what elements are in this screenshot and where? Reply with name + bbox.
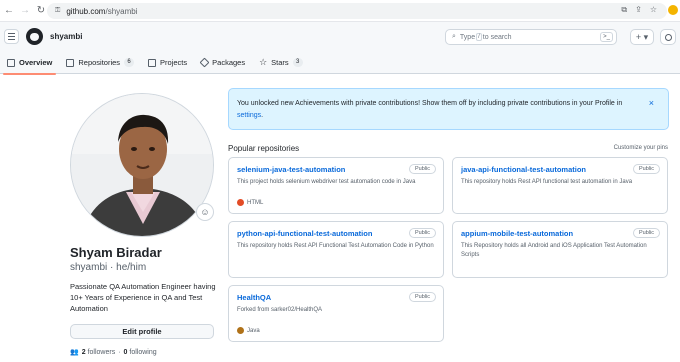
forward-icon[interactable]: → — [18, 4, 32, 18]
command-palette-icon[interactable]: >_ — [600, 32, 613, 42]
share-icon[interactable]: ⇪ — [635, 5, 642, 15]
github-header: shyambi ⌕ Type / to search >_ + ▾ — [0, 22, 680, 52]
visibility-badge: Public — [409, 164, 436, 174]
tab-overview[interactable]: Overview — [0, 52, 59, 75]
back-icon[interactable]: ← — [2, 4, 16, 18]
tab-projects[interactable]: Projects — [141, 52, 194, 74]
visibility-badge: Public — [633, 164, 660, 174]
close-icon[interactable]: × — [649, 97, 654, 109]
table-icon — [148, 58, 157, 67]
repo-card: java-api-functional-test-automation Publ… — [452, 157, 668, 214]
repo-description: This repository holds Rest API Functiona… — [237, 243, 434, 249]
github-logo-icon[interactable] — [26, 28, 43, 45]
repo-card: appium-mobile-test-automation Public Thi… — [452, 221, 668, 278]
achievements-flash: You unlocked new Achievements with priva… — [228, 88, 669, 130]
package-icon — [199, 57, 210, 68]
search-icon: ⌕ — [452, 33, 456, 40]
bookmark-star-icon[interactable]: ☆ — [650, 5, 657, 15]
repo-link[interactable]: selenium-java-test-automation — [237, 165, 345, 174]
language-color-dot — [237, 327, 244, 334]
tab-packages[interactable]: Packages — [194, 52, 252, 74]
tab-stars[interactable]: ☆ Stars 3 — [252, 52, 310, 74]
popular-repos-heading: Popular repositories — [228, 144, 300, 153]
follow-stats: 👥 2 followers · 0 following — [70, 348, 157, 357]
browser-toolbar: ← → ↻ ⚿ github.com/shyambi ⧉ ⇪ ☆ — [0, 0, 680, 22]
flash-text: You unlocked new Achievements with priva… — [237, 100, 623, 107]
extension-icon[interactable] — [668, 5, 678, 15]
fork-source: Forked from sarker02/HealthQA — [237, 307, 323, 313]
repo-card: python-api-functional-test-automation Pu… — [228, 221, 444, 278]
repo-link[interactable]: java-api-functional-test-automation — [461, 165, 586, 174]
repo-card: selenium-java-test-automation Public Thi… — [228, 157, 444, 214]
repo-card: HealthQA Public Forked from sarker02/Hea… — [228, 285, 444, 342]
repo-description: This project holds selenium webdriver te… — [237, 179, 416, 185]
create-new-button[interactable]: + ▾ — [630, 29, 654, 45]
settings-link[interactable]: settings — [237, 112, 261, 119]
repo-description: This Repository holds all Android and iO… — [461, 243, 647, 258]
set-status-icon[interactable]: ☺ — [196, 203, 214, 221]
profile-login: shyambi · he/him — [70, 262, 147, 273]
search-input[interactable]: ⌕ Type / to search >_ — [445, 29, 617, 45]
following-link[interactable]: 0 following — [124, 349, 157, 356]
visibility-badge: Public — [409, 292, 436, 302]
repo-link[interactable]: python-api-functional-test-automation — [237, 229, 372, 238]
star-icon: ☆ — [259, 57, 268, 67]
reload-icon[interactable]: ↻ — [34, 4, 48, 18]
install-icon[interactable]: ⧉ — [621, 5, 627, 15]
visibility-badge: Public — [633, 228, 660, 238]
book-icon — [7, 58, 15, 67]
issues-icon[interactable] — [660, 29, 676, 45]
edit-profile-button[interactable]: Edit profile — [70, 324, 214, 339]
profile-tabs: Overview Repositories 6 Projects Package… — [0, 52, 680, 75]
profile-name: Shyam Biradar — [70, 245, 162, 260]
language-color-dot — [237, 199, 244, 206]
stars-count: 3 — [292, 58, 303, 67]
lock-icon: ⚿ — [55, 7, 61, 14]
avatar-image — [71, 94, 213, 236]
header-username[interactable]: shyambi — [50, 32, 82, 41]
repo-language: Java — [237, 327, 260, 334]
visibility-badge: Public — [409, 228, 436, 238]
repo-link[interactable]: HealthQA — [237, 293, 271, 302]
repo-icon — [66, 58, 75, 67]
address-bar[interactable]: ⚿ github.com/shyambi ⧉ ⇪ ☆ — [47, 3, 667, 19]
repo-description: This repository holds Rest API functiona… — [461, 179, 633, 185]
repo-language: HTML — [237, 199, 263, 206]
tab-repositories[interactable]: Repositories 6 — [59, 52, 141, 74]
avatar[interactable] — [70, 93, 214, 237]
repo-link[interactable]: appium-mobile-test-automation — [461, 229, 573, 238]
repositories-count: 6 — [124, 58, 135, 67]
url-text: github.com/shyambi — [66, 6, 138, 16]
followers-link[interactable]: 2 followers — [82, 349, 115, 356]
people-icon: 👥 — [70, 349, 79, 356]
pronouns: he/him — [116, 262, 147, 273]
menu-icon[interactable] — [4, 29, 19, 44]
profile-bio: Passionate QA Automation Engineer having… — [70, 282, 216, 313]
customize-pins-link[interactable]: Customize your pins — [614, 145, 668, 151]
